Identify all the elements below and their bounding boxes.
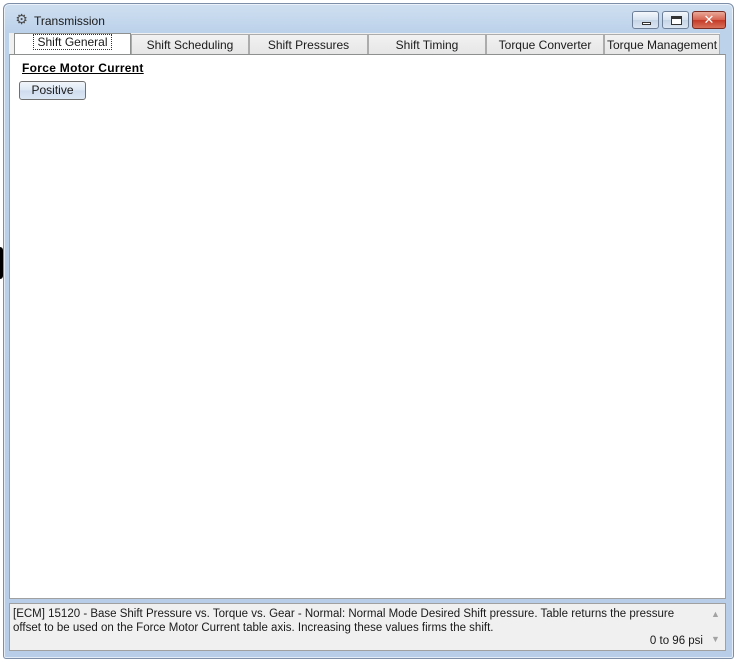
tab-strip: Shift General Shift Scheduling Shift Pre…	[9, 33, 720, 54]
tab-shift-general[interactable]: Shift General	[14, 33, 131, 54]
minimize-icon	[642, 22, 651, 25]
tab-torque-converter[interactable]: Torque Converter	[486, 34, 604, 54]
minimize-button[interactable]	[632, 11, 659, 29]
tab-label: Shift General	[33, 34, 112, 50]
tab-torque-management[interactable]: Torque Management	[604, 34, 720, 54]
window-title: Transmission	[34, 14, 105, 28]
tab-shift-timing[interactable]: Shift Timing	[368, 34, 486, 54]
tab-shift-scheduling[interactable]: Shift Scheduling	[131, 34, 249, 54]
description-text: [ECM] 15120 - Base Shift Pressure vs. To…	[13, 608, 675, 634]
tab-shift-pressures[interactable]: Shift Pressures	[249, 34, 368, 54]
shift-general-panel: Force Motor Current Positive	[9, 54, 726, 599]
section-title: Force Motor Current	[22, 61, 144, 75]
maximize-icon	[671, 16, 682, 25]
close-icon: ✕	[703, 12, 715, 27]
range-text: 0 to 96 psi	[649, 635, 703, 647]
gear-icon: ⚙	[15, 11, 28, 27]
title-bar[interactable]: ⚙ Transmission ✕	[4, 4, 733, 34]
description-box[interactable]: [ECM] 15120 - Base Shift Pressure vs. To…	[9, 603, 726, 651]
scroll-down-icon[interactable]: ▼	[710, 635, 721, 644]
positive-button[interactable]: Positive	[19, 81, 86, 100]
close-button[interactable]: ✕	[692, 11, 726, 29]
maximize-button[interactable]	[662, 11, 689, 29]
caption-buttons: ✕	[629, 11, 726, 30]
scroll-up-icon[interactable]: ▲	[710, 610, 721, 619]
